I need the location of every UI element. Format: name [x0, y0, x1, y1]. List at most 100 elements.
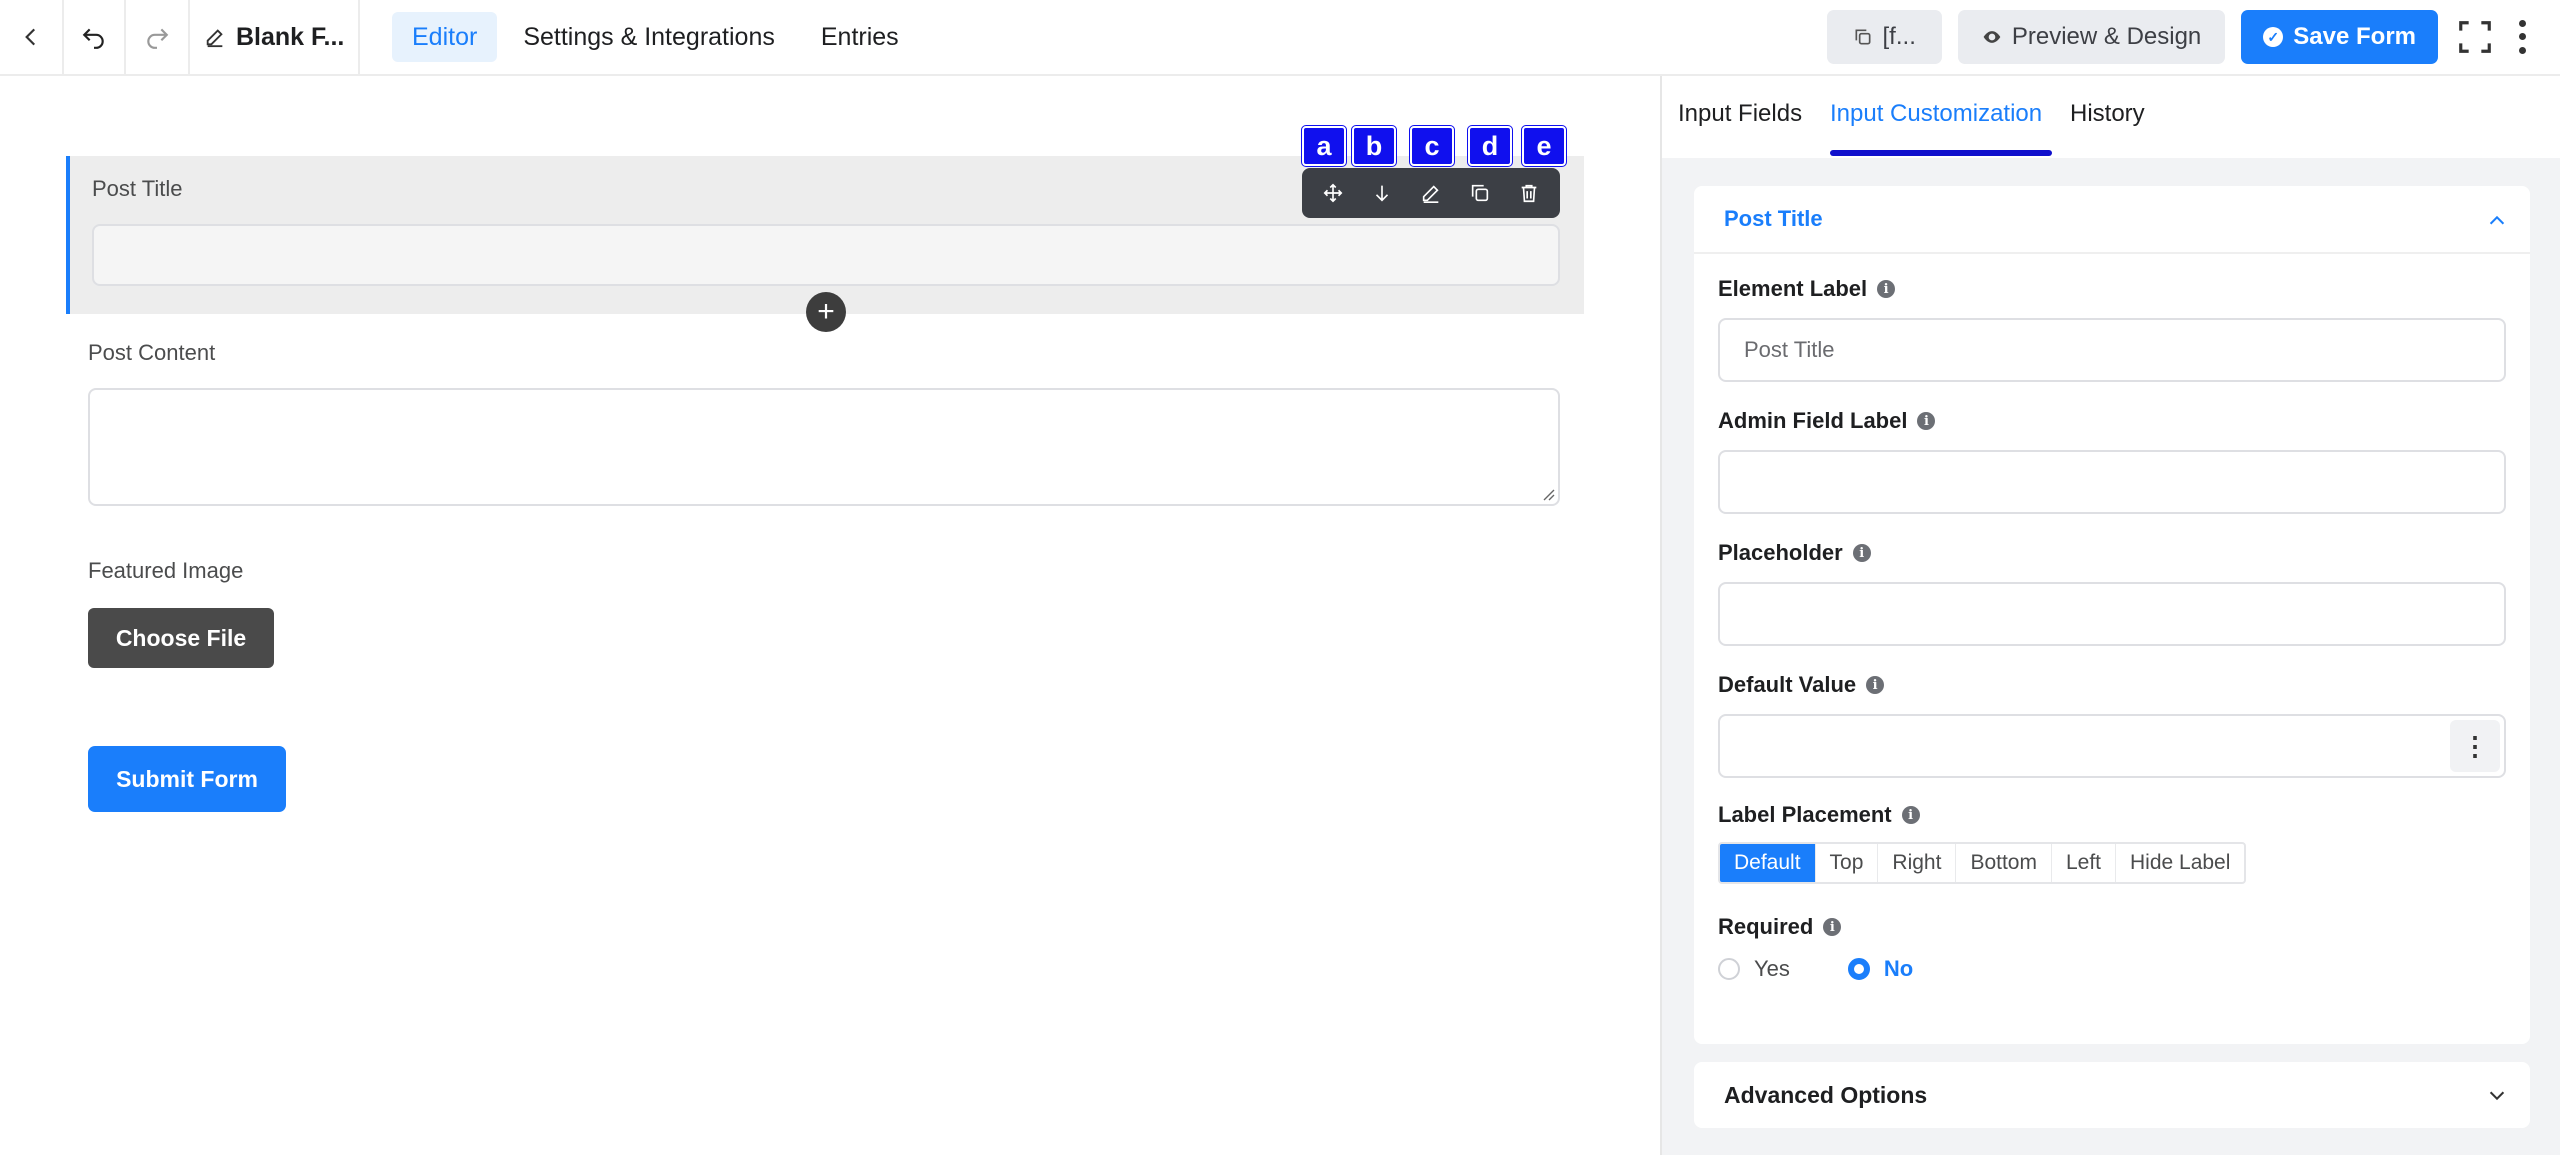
- tab-history[interactable]: History: [2070, 100, 2145, 128]
- info-icon[interactable]: i: [1877, 280, 1896, 298]
- preview-design-button[interactable]: Preview & Design: [1957, 10, 2226, 64]
- placement-right[interactable]: Right: [1878, 844, 1957, 882]
- save-label: Save Form: [2293, 23, 2416, 50]
- placeholder-input[interactable]: [1718, 582, 2506, 646]
- element-label-input[interactable]: Post Title: [1718, 318, 2506, 382]
- info-icon[interactable]: i: [1901, 806, 1920, 824]
- settings-panel: Input Fields Input Customization History…: [1660, 76, 2560, 1155]
- annotation-badge-c: c: [1410, 126, 1454, 166]
- label-placement-heading: Label Placement i: [1718, 802, 1920, 828]
- tab-entries[interactable]: Entries: [801, 12, 919, 62]
- admin-field-label-heading: Admin Field Label i: [1718, 408, 1936, 434]
- info-icon[interactable]: i: [1823, 918, 1842, 936]
- editor-canvas: Post Title + a b c d e Post Content Feat…: [0, 76, 1660, 1155]
- default-value-heading: Default Value i: [1718, 672, 1885, 698]
- required-heading: Required i: [1718, 914, 1842, 940]
- chevron-left-icon: [25, 28, 36, 46]
- field-actions-toolbar: [1302, 168, 1560, 218]
- tab-editor[interactable]: Editor: [392, 12, 498, 62]
- eye-icon: [1983, 31, 2001, 43]
- form-name[interactable]: Blank F...: [190, 0, 360, 74]
- element-label-value: Post Title: [1744, 337, 1835, 362]
- nav-tabs: Editor Settings & Integrations Entries: [392, 12, 919, 62]
- annotation-badge-d: d: [1468, 126, 1512, 166]
- placeholder-heading: Placeholder i: [1718, 540, 1871, 566]
- post-title-label: Post Title: [92, 176, 183, 201]
- preview-label: Preview & Design: [2011, 23, 2202, 50]
- advanced-options-section[interactable]: Advanced Options: [1694, 1062, 2530, 1128]
- fullscreen-button[interactable]: [2456, 18, 2494, 56]
- required-yes-label: Yes: [1754, 956, 1790, 981]
- back-button[interactable]: [0, 0, 64, 74]
- edit-field-button[interactable]: [1411, 173, 1451, 213]
- submit-form-button[interactable]: Submit Form: [88, 746, 286, 812]
- fullscreen-icon: [2459, 21, 2491, 53]
- advanced-options-title: Advanced Options: [1724, 1081, 1928, 1108]
- more-menu-button[interactable]: [2512, 17, 2532, 57]
- resize-handle-icon: [1543, 489, 1555, 501]
- placeholder-text: Placeholder: [1718, 540, 1843, 565]
- required-no-radio[interactable]: [1847, 958, 1870, 980]
- default-value-input[interactable]: ⋮: [1718, 714, 2506, 778]
- pencil-icon: [1422, 185, 1439, 203]
- redo-icon: [147, 28, 169, 49]
- shortcode-button[interactable]: [f...: [1826, 10, 1942, 64]
- annotation-badge-a: a: [1302, 126, 1346, 166]
- shortcode-label: [f...: [1882, 23, 1916, 50]
- required-text: Required: [1718, 914, 1814, 939]
- post-content-label: Post Content: [88, 340, 216, 365]
- placement-left[interactable]: Left: [2052, 844, 2116, 882]
- info-icon[interactable]: i: [1852, 544, 1871, 562]
- tab-settings-integrations[interactable]: Settings & Integrations: [503, 12, 795, 62]
- placement-default[interactable]: Default: [1720, 844, 1816, 882]
- arrow-down-icon: [1375, 185, 1388, 202]
- trash-icon: [1522, 184, 1537, 203]
- chevron-up-icon: [2489, 215, 2505, 225]
- panel-tabs: Input Fields Input Customization History: [1662, 76, 2560, 158]
- featured-image-label: Featured Image: [88, 558, 244, 583]
- undo-icon: [82, 28, 104, 49]
- element-label-text: Element Label: [1718, 276, 1868, 301]
- move-icon: [1323, 183, 1343, 203]
- duplicate-field-button[interactable]: [1460, 173, 1500, 213]
- tab-input-customization[interactable]: Input Customization: [1830, 100, 2042, 128]
- info-icon[interactable]: i: [1866, 676, 1885, 694]
- label-placement-options: Default Top Right Bottom Left Hide Label: [1718, 842, 2247, 884]
- dot-icon: [2518, 33, 2526, 41]
- save-form-button[interactable]: ✓ Save Form: [2241, 10, 2438, 64]
- move-down-button[interactable]: [1362, 173, 1402, 213]
- move-field-button[interactable]: [1313, 173, 1353, 213]
- top-bar: Blank F... Editor Settings & Integration…: [0, 0, 2560, 76]
- section-header[interactable]: Post Title: [1694, 186, 2530, 254]
- admin-field-label-text: Admin Field Label: [1718, 408, 1908, 433]
- post-content-textarea[interactable]: [88, 388, 1560, 506]
- placement-hide-label[interactable]: Hide Label: [2116, 844, 2244, 882]
- form-name-text: Blank F...: [236, 22, 345, 51]
- smartcode-menu-button[interactable]: ⋮: [2450, 720, 2500, 772]
- info-icon[interactable]: i: [1917, 412, 1936, 430]
- choose-file-button[interactable]: Choose File: [88, 608, 274, 668]
- admin-field-label-input[interactable]: [1718, 450, 2506, 514]
- check-circle-icon: ✓: [2263, 27, 2284, 47]
- undo-button[interactable]: [64, 0, 126, 74]
- placement-bottom[interactable]: Bottom: [1956, 844, 2052, 882]
- post-title-settings-card: Post Title Element Label i Post Title Ad…: [1694, 186, 2530, 1044]
- topbar-actions: [f... Preview & Design ✓ Save Form: [1826, 0, 2560, 74]
- placement-top[interactable]: Top: [1816, 844, 1879, 882]
- default-value-text: Default Value: [1718, 672, 1857, 697]
- annotation-badge-e: e: [1522, 126, 1566, 166]
- redo-button[interactable]: [126, 0, 190, 74]
- required-yes-radio[interactable]: [1718, 958, 1740, 980]
- tab-input-fields[interactable]: Input Fields: [1678, 100, 1802, 128]
- annotation-badge-b: b: [1352, 126, 1396, 166]
- post-title-input[interactable]: [92, 224, 1560, 286]
- section-title: Post Title: [1724, 206, 1823, 231]
- copy-icon: [1855, 29, 1871, 45]
- element-label-heading: Element Label i: [1718, 276, 1896, 302]
- label-placement-text: Label Placement: [1718, 802, 1892, 827]
- active-tab-indicator: [1830, 150, 2052, 156]
- required-no-label: No: [1883, 956, 1914, 981]
- required-options: Yes No: [1718, 956, 1913, 982]
- add-field-icon[interactable]: +: [806, 292, 846, 332]
- delete-field-button[interactable]: [1509, 173, 1549, 213]
